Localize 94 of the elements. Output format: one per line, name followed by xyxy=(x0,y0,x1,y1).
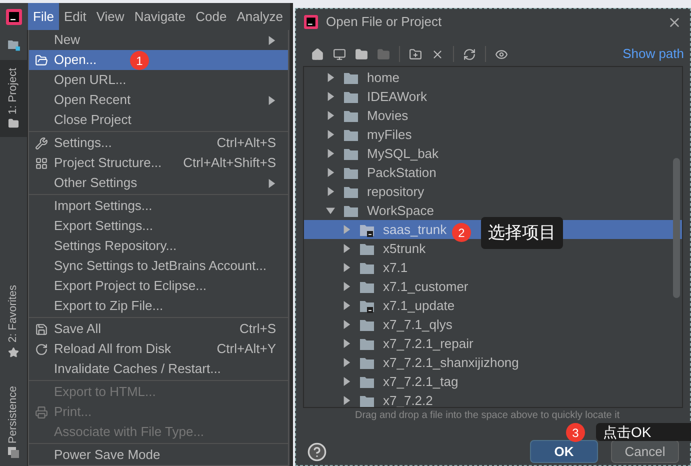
expand-icon[interactable] xyxy=(342,339,351,348)
monitor-icon[interactable] xyxy=(333,48,346,60)
folder-icon[interactable] xyxy=(6,38,22,52)
tree-item[interactable]: home xyxy=(304,68,682,87)
tree-item[interactable]: PackStation xyxy=(304,163,682,182)
tree-item[interactable]: x7.1_customer xyxy=(304,277,682,296)
menu-item[interactable]: Sync Settings to JetBrains Account... xyxy=(29,256,288,276)
printer-icon xyxy=(35,406,48,418)
tree-item[interactable]: x7.1_update xyxy=(304,296,682,315)
expand-icon[interactable] xyxy=(342,320,351,329)
step-badge: 3 xyxy=(566,423,585,442)
side-tab[interactable]: Persistence xyxy=(0,378,27,466)
app-logo-icon[interactable] xyxy=(6,8,22,24)
menu-item[interactable]: Project Structure... Ctrl+Alt+Shift+S xyxy=(29,153,288,173)
side-tab[interactable]: 1: Project xyxy=(0,60,27,138)
tree-item[interactable]: WorkSpace xyxy=(304,201,682,220)
collapse-icon[interactable] xyxy=(326,206,335,215)
tree-item[interactable]: MySQL_bak xyxy=(304,144,682,163)
menu-bar-item[interactable]: Edit xyxy=(58,3,92,30)
shortcut-label: Ctrl+Alt+S xyxy=(216,134,276,152)
expand-icon[interactable] xyxy=(326,111,335,120)
save-icon xyxy=(35,322,48,336)
tree-item[interactable]: x7.1 xyxy=(304,258,682,277)
expand-icon[interactable] xyxy=(326,73,335,82)
submenu-arrow-icon[interactable] xyxy=(267,36,276,44)
tree-item[interactable]: x7_7.2.2 xyxy=(304,391,682,407)
menu-item[interactable]: Power Save Mode xyxy=(29,445,288,465)
menu-item[interactable]: Open Recent xyxy=(29,90,288,110)
side-tab[interactable]: 2: Favorites xyxy=(0,277,27,366)
drop-hint: Drag and drop a file into the space above to quickly locate it xyxy=(354,409,621,422)
menu-item[interactable]: Import Settings... xyxy=(29,196,288,216)
eye-icon[interactable] xyxy=(495,48,508,60)
tree-item[interactable]: x7_7.2.1_tag xyxy=(304,372,682,391)
tree-item[interactable]: repository xyxy=(304,182,682,201)
shortcut-label: Ctrl+Alt+Shift+S xyxy=(183,154,276,172)
expand-icon[interactable] xyxy=(342,301,351,310)
menu-item[interactable]: Export Settings... xyxy=(29,216,288,236)
star-icon xyxy=(8,346,19,358)
scrollbar[interactable] xyxy=(673,158,680,298)
new-folder-icon[interactable] xyxy=(409,48,422,60)
submenu-arrow-icon[interactable] xyxy=(267,96,276,104)
menu-item[interactable]: Open URL... xyxy=(29,70,288,90)
menu-item[interactable]: Export Project to Eclipse... xyxy=(29,276,288,296)
expand-icon[interactable] xyxy=(326,92,335,101)
wrench-icon xyxy=(35,136,48,150)
expand-icon[interactable] xyxy=(342,358,351,367)
shortcut-label: Ctrl+Alt+Y xyxy=(216,340,276,358)
menu-item[interactable]: Save All Ctrl+S xyxy=(29,319,288,339)
help-icon[interactable] xyxy=(307,442,327,462)
tree-item[interactable]: myFiles xyxy=(304,125,682,144)
expand-icon[interactable] xyxy=(342,282,351,291)
menu-bar-item[interactable]: Analyze xyxy=(232,3,288,30)
menu-item[interactable]: Settings Repository... xyxy=(29,236,288,256)
app-logo-icon xyxy=(304,15,318,29)
expand-icon[interactable] xyxy=(342,263,351,272)
menu-item[interactable]: New xyxy=(29,30,288,50)
tree-item[interactable]: x7_7.1_qlys xyxy=(304,315,682,334)
expand-icon[interactable] xyxy=(326,130,335,139)
submenu-arrow-icon[interactable] xyxy=(267,178,276,188)
menu-bar-item[interactable]: Navigate xyxy=(129,3,191,30)
delete-icon[interactable] xyxy=(431,48,444,60)
reload-icon xyxy=(35,342,48,356)
ok-button[interactable]: OK xyxy=(530,440,598,463)
home-icon[interactable] xyxy=(311,48,324,60)
menu-bar-item[interactable]: View xyxy=(91,3,130,30)
stack-icon xyxy=(8,447,19,458)
folder-icon xyxy=(8,118,19,130)
step-tooltip: 选择项目 xyxy=(481,217,563,248)
menu-item[interactable]: Settings... Ctrl+Alt+S xyxy=(29,133,288,153)
window-title: Open File or Project xyxy=(326,13,443,32)
expand-icon[interactable] xyxy=(342,396,351,405)
expand-icon[interactable] xyxy=(326,187,335,196)
folder-icon xyxy=(35,54,48,66)
tree-item[interactable]: IDEAWork xyxy=(304,87,682,106)
expand-icon[interactable] xyxy=(342,244,351,253)
show-path-link[interactable]: Show path xyxy=(622,44,684,64)
project-folder-icon[interactable] xyxy=(355,48,368,60)
menu-item[interactable]: Other Settings xyxy=(29,173,288,193)
refresh-icon[interactable] xyxy=(463,48,476,60)
menu-item[interactable]: Export to Zip File... xyxy=(29,296,288,316)
expand-icon[interactable] xyxy=(326,168,335,177)
menu-item[interactable]: Close Project xyxy=(29,110,288,130)
menu-bar-item[interactable]: File xyxy=(28,3,59,30)
expand-icon[interactable] xyxy=(326,149,335,158)
menu-bar-item[interactable]: Code xyxy=(190,3,232,30)
tree-item[interactable]: x7_7.2.1_repair xyxy=(304,334,682,353)
menu-item[interactable]: Invalidate Caches / Restart... xyxy=(29,359,288,379)
step-tooltip: 点击OK xyxy=(596,423,691,441)
expand-icon[interactable] xyxy=(342,377,351,386)
menu-item[interactable]: Reload All from Disk Ctrl+Alt+Y xyxy=(29,339,288,359)
tree-item[interactable]: Movies xyxy=(304,106,682,125)
tree-item[interactable]: x7_7.2.1_shanxijizhong xyxy=(304,353,682,372)
cancel-button[interactable]: Cancel xyxy=(611,440,679,463)
shortcut-label: Ctrl+S xyxy=(240,320,276,338)
